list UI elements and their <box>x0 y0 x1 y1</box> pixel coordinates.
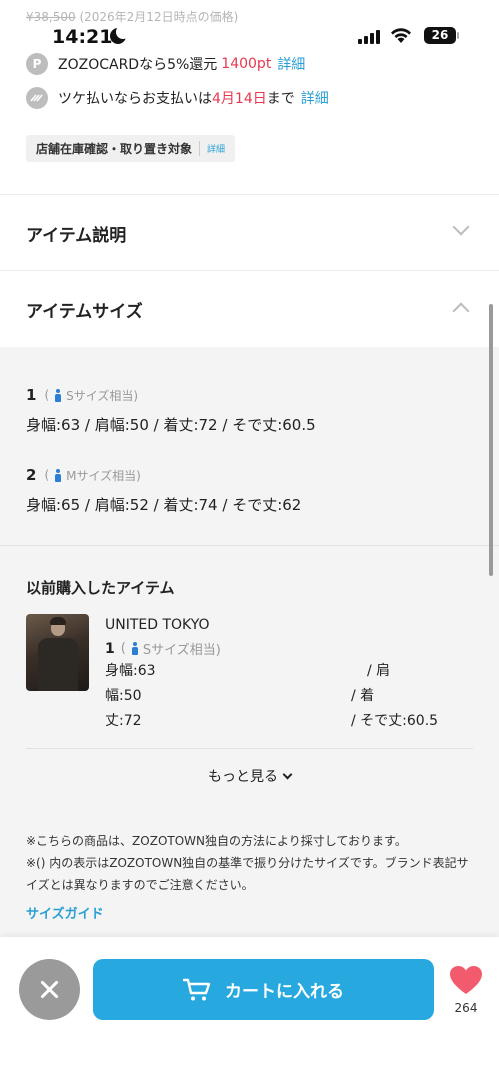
previous-dim-line: 幅:50 / 着 <box>105 685 445 710</box>
tsuke-icon <box>26 87 48 109</box>
divider <box>0 545 499 546</box>
previous-dim-line: 身幅:63 / 肩 <box>105 660 445 685</box>
tsuke-text-after: まで <box>266 91 295 107</box>
tsuke-detail-link[interactable]: 詳細 <box>301 88 329 108</box>
store-stock-label: 店舗在庫確認・取り置き対象 <box>36 142 193 156</box>
size-entry: 1 ( Sサイズ相当) 身幅:63 / 肩幅:50 / 着丈:72 / そで丈:… <box>26 386 316 435</box>
previous-size-name: 1 <box>105 640 115 657</box>
measurement-note: ※こちらの商品は、ZOZOTOWN独自の方法により採寸しております。 <box>26 834 407 848</box>
size-dimensions: 身幅:65 / 肩幅:52 / 着丈:74 / そで丈:62 <box>26 496 302 514</box>
previous-size-note-open: ( <box>120 641 126 656</box>
favorite-button[interactable]: 264 <box>447 965 485 1015</box>
tag-separator <box>199 141 201 156</box>
size-name: 2 <box>26 466 37 484</box>
size-title: 1 ( Sサイズ相当) <box>26 386 316 404</box>
person-icon <box>54 388 62 402</box>
tsuke-date: 4月14日 <box>212 91 267 107</box>
cellular-signal-icon <box>358 30 380 44</box>
add-to-cart-button[interactable]: カートに入れる <box>93 959 434 1020</box>
previous-dim-right: / 着 <box>351 688 375 704</box>
size-note-open: ( <box>44 388 50 402</box>
accordion-size-label: アイテムサイズ <box>26 301 143 322</box>
previous-item-size: 1 ( Sサイズ相当) <box>105 639 445 659</box>
previous-dim-right: / そで丈:60.5 <box>351 713 439 729</box>
chevron-down-icon <box>452 218 470 236</box>
status-time: 14:21 <box>52 26 113 48</box>
size-name: 1 <box>26 386 37 404</box>
previous-dim-left: 幅:50 <box>105 688 142 704</box>
zozocard-detail-link[interactable]: 詳細 <box>277 54 305 74</box>
size-label-note: ※() 内の表示はZOZOTOWN独自の基準で振り分けたサイズです。ブランド表記… <box>26 856 469 892</box>
size-note-text: Sサイズ相当) <box>66 388 139 403</box>
add-to-cart-label: カートに入れる <box>225 982 344 1002</box>
previous-dim-line: 丈:72 / そで丈:60.5 <box>105 710 445 735</box>
size-entry: 2 ( Mサイズ相当) 身幅:65 / 肩幅:52 / 着丈:74 / そで丈:… <box>26 466 301 515</box>
cart-icon <box>183 978 211 1000</box>
previous-dim-right: / 肩 <box>367 663 391 679</box>
size-guide-link[interactable]: サイズガイド <box>26 903 104 922</box>
previous-item-brand: UNITED TOKYO <box>105 617 210 633</box>
show-more-label: もっと見る <box>208 769 278 785</box>
size-dimensions: 身幅:63 / 肩幅:50 / 着丈:72 / そで丈:60.5 <box>26 416 316 434</box>
size-title: 2 ( Mサイズ相当) <box>26 466 301 484</box>
close-button[interactable] <box>19 959 80 1020</box>
previous-dim-left: 丈:72 <box>105 713 142 729</box>
previous-items-title: 以前購入したアイテム <box>26 579 175 597</box>
tsuke-row: ツケ払いならお支払いは 4月14日 まで 詳細 <box>26 86 329 110</box>
favorite-count: 264 <box>454 1001 478 1015</box>
bottom-action-bar: カートに入れる 264 <box>0 937 499 1080</box>
zozocard-row: P ZOZOCARDなら5%還元 1400pt 詳細 <box>26 52 305 76</box>
scrollbar[interactable] <box>489 304 493 576</box>
store-stock-detail-link[interactable]: 詳細 <box>207 142 225 155</box>
divider <box>26 748 473 749</box>
previous-size-note-text: Sサイズ相当) <box>142 643 221 658</box>
status-bar: 14:21 26 <box>0 24 499 52</box>
moon-icon <box>110 25 130 44</box>
person-icon <box>54 468 62 482</box>
points-icon: P <box>26 53 48 75</box>
heart-icon <box>450 966 482 994</box>
show-more-button[interactable]: もっと見る <box>0 766 499 786</box>
previous-item-info[interactable]: UNITED TOKYO 1 ( Sサイズ相当) 身幅:63 / 肩 幅:50 … <box>105 617 445 735</box>
chevron-down-icon <box>282 769 293 780</box>
previous-size-note: ( Sサイズ相当) <box>121 639 221 658</box>
accordion-item-size[interactable]: アイテムサイズ <box>0 271 499 347</box>
wifi-icon <box>391 28 411 43</box>
price-date-note: (2026年2月12日時点の価格) <box>79 10 239 24</box>
size-note-text: Mサイズ相当) <box>66 468 141 483</box>
store-stock-tag[interactable]: 店舗在庫確認・取り置き対象 詳細 <box>26 135 236 162</box>
size-note: ( Sサイズ相当) <box>44 387 138 404</box>
chevron-up-icon <box>452 302 470 320</box>
size-note: ( Mサイズ相当) <box>44 467 140 484</box>
previous-item-thumbnail[interactable] <box>26 614 89 691</box>
original-price-value: ¥38,500 <box>26 10 76 24</box>
zozocard-text: ZOZOCARDなら5%還元 <box>58 57 218 73</box>
tsuke-text: ツケ払いならお支払いは <box>58 91 212 107</box>
size-note-open: ( <box>44 468 50 482</box>
previous-dim-left: 身幅:63 <box>105 663 156 679</box>
original-price: ¥38,500 (2026年2月12日時点の価格) <box>26 8 238 25</box>
battery-indicator: 26 <box>424 27 459 44</box>
accordion-item-description[interactable]: アイテム説明 <box>0 195 499 271</box>
zozocard-points: 1400pt <box>221 56 272 72</box>
person-icon <box>131 642 139 655</box>
accordion-description-label: アイテム説明 <box>26 225 127 246</box>
